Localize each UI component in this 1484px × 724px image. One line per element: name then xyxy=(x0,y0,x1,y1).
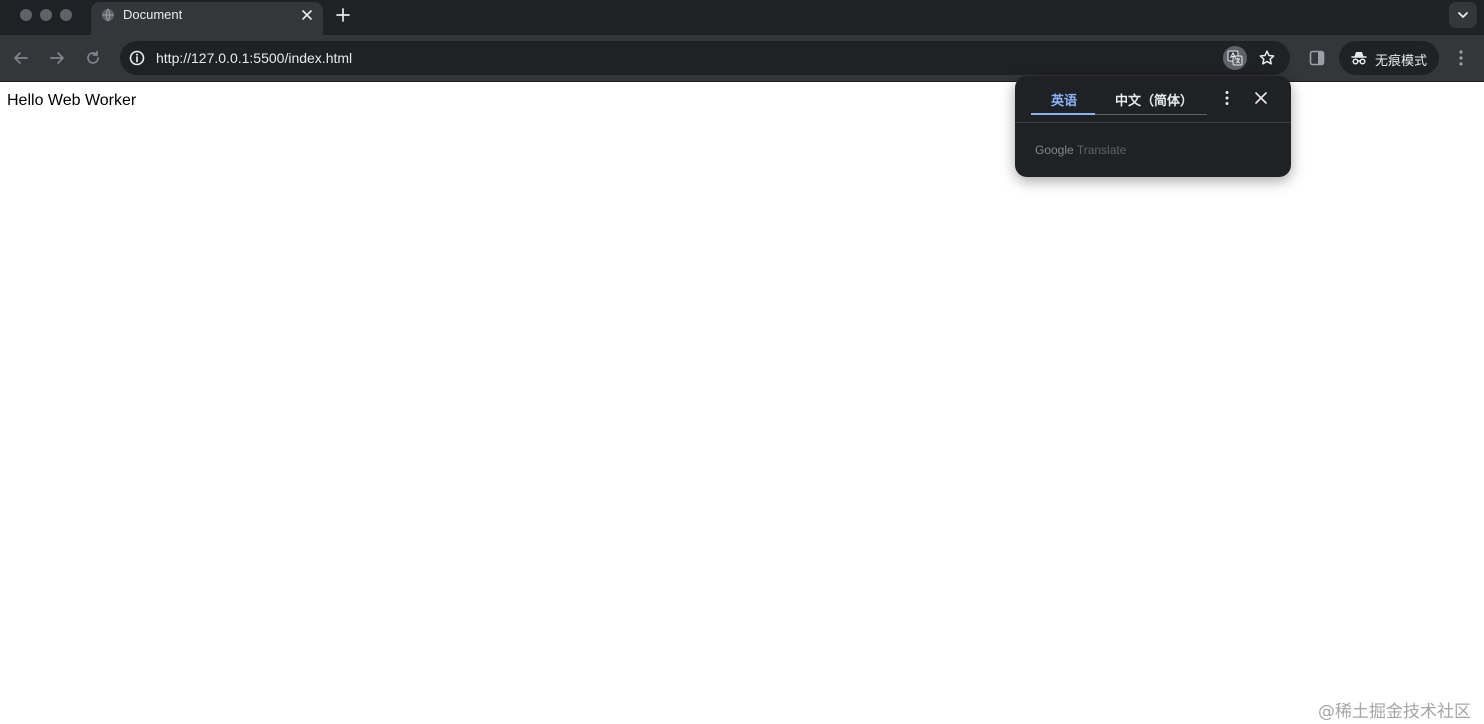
active-tab-indicator xyxy=(1031,113,1095,115)
tab-source-language[interactable]: 英语 xyxy=(1051,90,1077,109)
info-icon[interactable] xyxy=(128,49,146,67)
more-vert-icon[interactable] xyxy=(1452,48,1470,68)
window-minimize-light[interactable] xyxy=(40,9,52,21)
close-icon[interactable] xyxy=(299,7,315,23)
page-viewport: Hello Web Worker xyxy=(0,82,1484,724)
plus-icon[interactable] xyxy=(334,6,352,24)
tab-title: Document xyxy=(123,7,183,22)
incognito-profile-button[interactable]: 无痕模式 xyxy=(1339,41,1439,75)
tab-target-language[interactable]: 中文（简体） xyxy=(1115,90,1193,109)
side-panel-icon[interactable] xyxy=(1308,49,1326,67)
tab-search-button[interactable] xyxy=(1449,2,1477,28)
globe-icon xyxy=(101,8,115,22)
window-close-light[interactable] xyxy=(20,9,32,21)
google-translate-brand: Google Translate xyxy=(1035,143,1126,157)
browser-tab[interactable]: Document xyxy=(91,2,323,35)
tab-strip: Document xyxy=(0,0,1484,35)
incognito-label: 无痕模式 xyxy=(1375,53,1428,68)
url-text[interactable]: http://127.0.0.1:5500/index.html xyxy=(156,50,352,66)
incognito-icon xyxy=(1351,52,1367,65)
more-vert-icon[interactable] xyxy=(1219,89,1235,107)
forward-icon[interactable] xyxy=(48,49,66,67)
translate-icon xyxy=(1227,50,1243,66)
bubble-divider xyxy=(1015,122,1291,123)
browser-toolbar: http://127.0.0.1:5500/index.html 无痕模式 xyxy=(0,35,1484,82)
address-bar[interactable]: http://127.0.0.1:5500/index.html xyxy=(120,41,1290,75)
chevron-down-icon xyxy=(1458,12,1468,18)
page-body-text: Hello Web Worker xyxy=(7,92,137,109)
watermark: @稀土掘金技术社区 xyxy=(1318,702,1471,722)
back-icon[interactable] xyxy=(12,49,30,67)
translate-button[interactable] xyxy=(1223,46,1247,70)
close-icon[interactable] xyxy=(1253,90,1269,106)
tab-track-line xyxy=(1095,114,1207,115)
brand-translate: Translate xyxy=(1076,143,1127,157)
star-icon[interactable] xyxy=(1258,49,1276,67)
brand-google: Google xyxy=(1035,143,1074,157)
reload-icon[interactable] xyxy=(84,49,102,67)
translate-bubble: 英语 中文（简体） Google Translate xyxy=(1015,76,1291,177)
window-zoom-light[interactable] xyxy=(60,9,72,21)
